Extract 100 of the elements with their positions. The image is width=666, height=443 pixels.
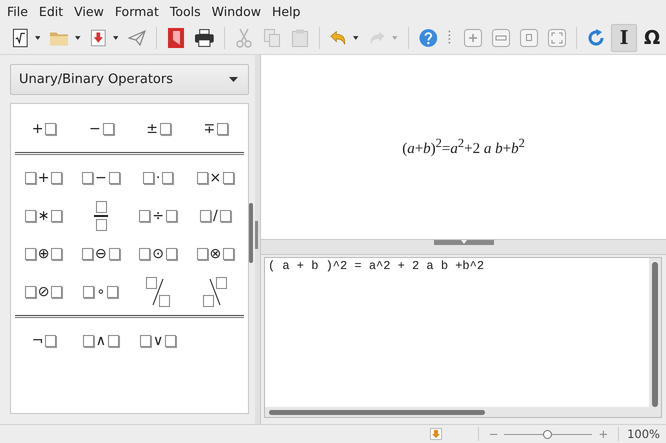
placeholder-icon bbox=[24, 248, 36, 260]
menu-item[interactable]: File bbox=[2, 4, 34, 18]
caret-icon bbox=[353, 36, 359, 40]
placeholder-icon bbox=[220, 210, 231, 222]
placeholder-icon bbox=[166, 210, 177, 222]
menu-item[interactable]: View bbox=[69, 4, 110, 18]
paper-plane-icon bbox=[128, 30, 146, 46]
scissors-icon bbox=[236, 28, 252, 48]
caret-icon bbox=[75, 36, 81, 40]
placeholder-icon bbox=[82, 248, 93, 260]
download-document-icon bbox=[90, 29, 106, 47]
palette-item[interactable]: ∧ bbox=[72, 322, 130, 360]
placeholder-icon bbox=[82, 172, 93, 184]
placeholder-icon bbox=[51, 248, 62, 260]
placeholder-icon bbox=[196, 172, 208, 184]
placeholder-icon bbox=[24, 286, 36, 298]
placeholder-icon bbox=[165, 335, 176, 347]
placeholder-icon bbox=[82, 335, 94, 347]
menu-item[interactable]: Format bbox=[110, 4, 165, 18]
palette-item[interactable]: ⊗ bbox=[186, 235, 244, 273]
help-icon bbox=[418, 28, 438, 48]
wide-slash-icon bbox=[146, 277, 170, 307]
placeholder-icon bbox=[166, 248, 177, 260]
caret-icon bbox=[229, 77, 238, 82]
placeholder-icon bbox=[142, 172, 154, 184]
formula-cursor-button[interactable]: I bbox=[611, 24, 638, 52]
placeholder-icon bbox=[160, 123, 171, 135]
palette-item[interactable]: − bbox=[72, 110, 130, 148]
palette-item[interactable]: ÷ bbox=[130, 197, 187, 235]
palette-item[interactable]: / bbox=[186, 197, 244, 235]
clipboard-icon bbox=[292, 29, 308, 47]
placeholder-icon bbox=[108, 248, 120, 260]
caret-icon bbox=[392, 36, 398, 40]
palette-item[interactable]: − bbox=[72, 159, 130, 197]
caret-icon bbox=[34, 36, 40, 40]
category-dropdown[interactable]: Unary/Binary Operators bbox=[10, 64, 249, 95]
palette-item[interactable]: × bbox=[186, 159, 244, 197]
placeholder-icon bbox=[200, 210, 212, 222]
zoom-in-icon bbox=[464, 29, 482, 47]
menu-item[interactable]: Tools bbox=[164, 4, 207, 18]
palette-item[interactable]: · bbox=[130, 159, 187, 197]
placeholder-icon bbox=[107, 286, 118, 298]
placeholder-icon bbox=[196, 248, 208, 260]
placeholder-icon bbox=[217, 123, 228, 135]
slider-thumb[interactable] bbox=[543, 430, 552, 438]
placeholder-icon bbox=[139, 248, 150, 260]
placeholder-icon bbox=[45, 335, 56, 347]
placeholder-icon bbox=[223, 172, 234, 184]
command-editor[interactable]: ( a + b )^2 = a^2 + 2 a b +b^2 bbox=[264, 257, 662, 418]
placeholder-icon bbox=[139, 210, 150, 222]
zoom-level-text: 100% bbox=[626, 427, 660, 441]
menu-item[interactable]: Edit bbox=[34, 4, 70, 18]
menu-item[interactable]: Window bbox=[206, 4, 267, 18]
placeholder-icon bbox=[45, 123, 56, 135]
fraction-icon bbox=[94, 201, 108, 231]
scrollbar-thumb[interactable] bbox=[652, 262, 658, 407]
splitter-handle[interactable] bbox=[434, 240, 494, 246]
zoom-out-icon bbox=[492, 29, 510, 47]
placeholder-icon bbox=[24, 172, 36, 184]
document-modified-icon[interactable] bbox=[430, 428, 442, 440]
refresh-icon bbox=[587, 29, 606, 47]
placeholder-icon bbox=[140, 335, 151, 347]
show-all-icon bbox=[548, 29, 566, 47]
palette-item[interactable]: ∨ bbox=[130, 322, 187, 360]
scrollbar-thumb[interactable] bbox=[269, 410, 485, 414]
placeholder-icon bbox=[108, 172, 120, 184]
command-text: ( a + b )^2 = a^2 + 2 a b +b^2 bbox=[267, 258, 486, 274]
wide-backslash-icon bbox=[203, 277, 228, 307]
actual-size-icon bbox=[520, 29, 538, 47]
pdf-icon bbox=[168, 28, 184, 48]
palette-item[interactable]: + bbox=[15, 110, 72, 148]
palette-item[interactable]: ¬ bbox=[15, 322, 72, 360]
palette-item[interactable]: ⊙ bbox=[130, 235, 187, 273]
palette-item[interactable]: ⊕ bbox=[15, 235, 72, 273]
palette-item[interactable]: ∘ bbox=[72, 273, 130, 311]
placeholder-icon bbox=[162, 172, 174, 184]
formula-text: (a+b)$^{2}$=a$^{2}$+2 a b+b$^{2}$ bbox=[402, 136, 525, 158]
palette-item[interactable]: ± bbox=[130, 110, 187, 148]
printer-icon bbox=[195, 29, 214, 47]
palette-item[interactable]: ⊖ bbox=[72, 235, 130, 273]
splitter-handle[interactable] bbox=[255, 55, 261, 424]
undo-arrow-icon bbox=[330, 30, 346, 46]
symbols-button[interactable]: Ω bbox=[639, 24, 666, 52]
placeholder-icon bbox=[108, 335, 119, 347]
palette-item[interactable]: ∗ bbox=[15, 197, 72, 235]
redo-arrow-icon bbox=[368, 30, 386, 46]
placeholder-icon bbox=[223, 248, 234, 260]
placeholder-icon bbox=[24, 210, 36, 222]
caret-icon bbox=[112, 36, 118, 40]
menu-item[interactable]: Help bbox=[266, 4, 306, 18]
placeholder-icon bbox=[51, 172, 62, 184]
palette-item[interactable]: + bbox=[15, 159, 72, 197]
scrollbar-thumb[interactable] bbox=[249, 203, 253, 263]
placeholder-icon bbox=[51, 210, 62, 222]
palette-item[interactable]: ⊘ bbox=[15, 273, 72, 311]
copy-icon bbox=[264, 29, 280, 47]
folder-icon bbox=[50, 30, 68, 46]
formula-document-icon bbox=[13, 28, 28, 48]
palette-item[interactable]: ∓ bbox=[186, 110, 244, 148]
placeholder-icon bbox=[102, 123, 114, 135]
